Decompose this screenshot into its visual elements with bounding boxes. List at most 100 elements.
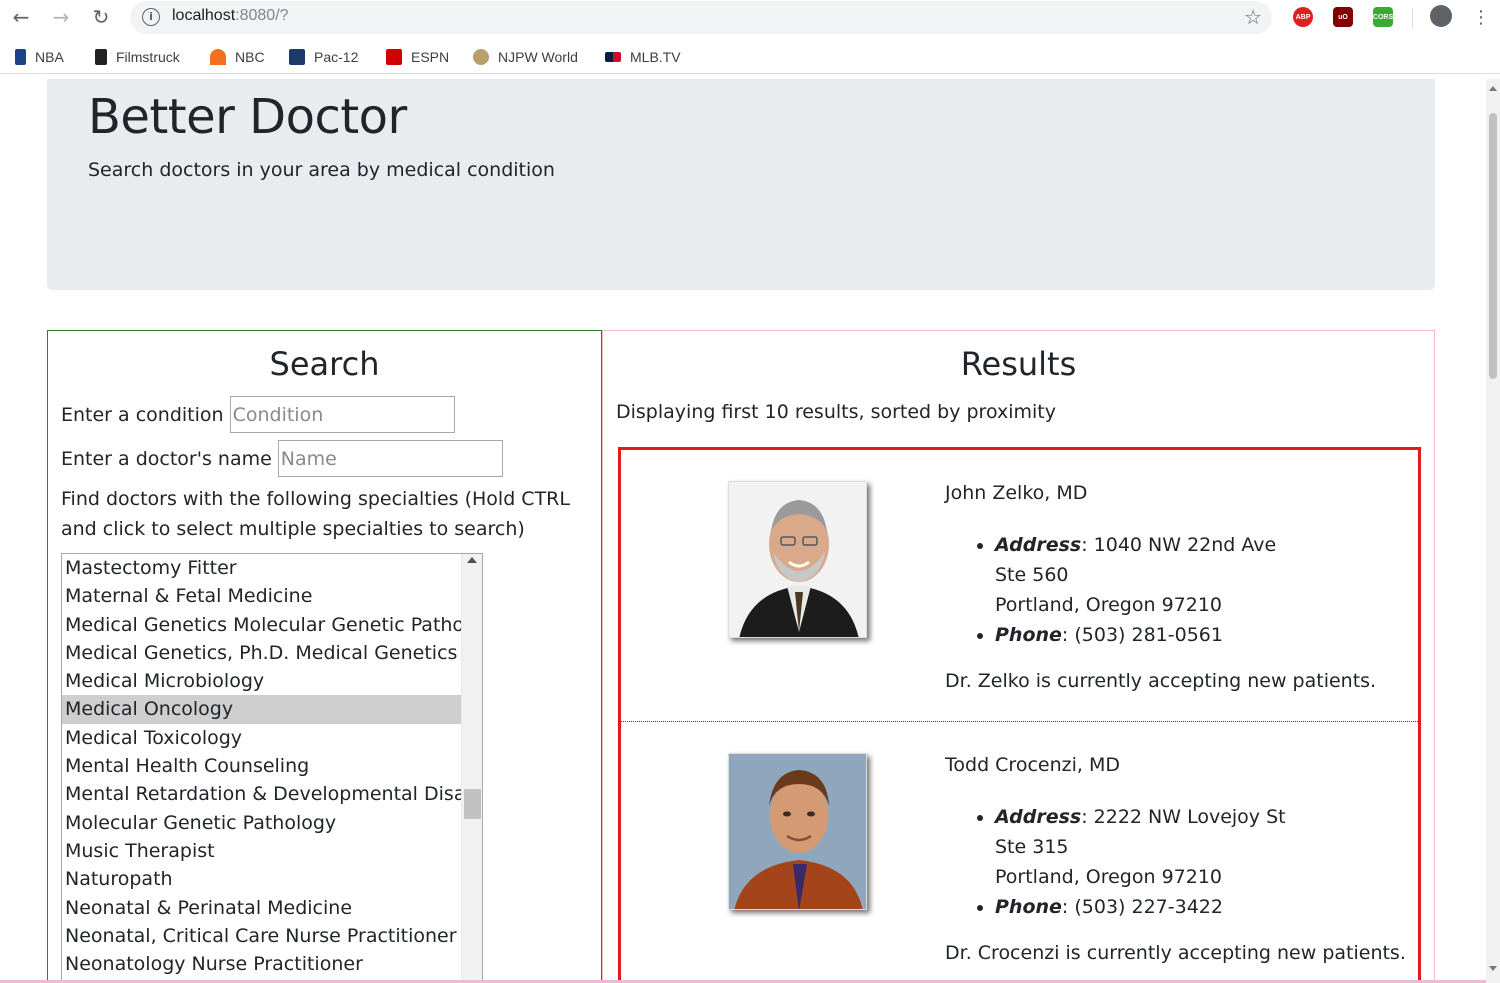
phone-label: Phone — [995, 624, 1062, 646]
bookmark-label: Pac-12 — [314, 49, 359, 65]
back-arrow-icon[interactable]: ← — [8, 4, 34, 30]
specialty-option[interactable]: Medical Microbiology — [62, 667, 461, 695]
specialty-list: Mastectomy Fitter Maternal & Fetal Medici… — [62, 554, 461, 983]
bookmark-nbc[interactable]: NBC — [210, 47, 265, 67]
search-heading: Search — [269, 345, 380, 383]
page-scroll-up-icon[interactable] — [1489, 86, 1497, 91]
accepting-status: Dr. Crocenzi is currently accepting new … — [945, 942, 1406, 964]
bookmark-mlbtv[interactable]: MLB.TV — [605, 47, 681, 67]
page-subtitle: Search doctors in your area by medical c… — [88, 159, 555, 181]
address-label: Address — [995, 806, 1082, 828]
bookmark-label: MLB.TV — [630, 49, 681, 65]
condition-row: Enter a condition — [61, 396, 455, 433]
ublock-extension-icon[interactable]: uO — [1333, 7, 1353, 27]
page-content: Better Doctor Search doctors in your are… — [0, 79, 1500, 983]
nbc-peacock-icon — [210, 49, 226, 65]
filmstruck-logo-icon — [95, 49, 107, 65]
specialty-option[interactable]: Neonatal & Perinatal Medicine — [62, 894, 461, 922]
specialty-multiselect[interactable]: Mastectomy Fitter Maternal & Fetal Medici… — [61, 553, 483, 983]
condition-input[interactable] — [229, 396, 455, 433]
doctor-name: John Zelko, MD — [945, 482, 1088, 504]
mlb-logo-icon — [605, 52, 621, 62]
pac12-logo-icon — [289, 49, 305, 65]
page-title: Better Doctor — [88, 89, 407, 145]
specialty-option[interactable]: Neonatology Nurse Practitioner — [62, 950, 461, 978]
browser-toolbar: ← → ↻ i localhost:8080/? ☆ ABP uO CORS ⋮ — [0, 0, 1500, 36]
bookmark-njpw-world[interactable]: NJPW World — [473, 47, 578, 67]
cors-extension-icon[interactable]: CORS — [1373, 7, 1393, 27]
bookmark-filmstruck[interactable]: Filmstruck — [95, 47, 180, 67]
bookmark-label: ESPN — [411, 49, 450, 65]
adblock-extension-icon[interactable]: ABP — [1293, 7, 1313, 27]
results-heading: Results — [960, 345, 1077, 383]
address-line: Ste 560 — [995, 564, 1069, 586]
specialty-option[interactable]: Medical Genetics Molecular Genetic Patho… — [62, 611, 461, 639]
doctor-details: Address: 1040 NW 22nd AveSte 560Portland… — [995, 530, 1276, 650]
specialty-hint: Find doctors with the following specialt… — [61, 488, 570, 540]
results-panel: Results Displaying first 10 results, sor… — [602, 330, 1435, 983]
menu-kebab-icon[interactable]: ⋮ — [1468, 4, 1494, 30]
specialty-option[interactable]: Medical Oncology — [62, 695, 461, 724]
bookmark-pac12[interactable]: Pac-12 — [289, 47, 358, 67]
forward-arrow-icon[interactable]: → — [48, 4, 74, 30]
doctor-name-input[interactable] — [277, 440, 503, 477]
results-summary: Displaying first 10 results, sorted by p… — [616, 401, 1056, 423]
specialty-option[interactable]: Naturopath — [62, 865, 461, 893]
doctor-portrait-image — [729, 482, 866, 637]
bookmark-label: NBA — [35, 49, 64, 65]
doctor-card: Todd Crocenzi, MD Address: 2222 NW Lovej… — [621, 722, 1418, 983]
url-text: localhost:8080/? — [172, 7, 289, 24]
address-line: Portland, Oregon 97210 — [995, 866, 1223, 888]
specialty-option[interactable]: Medical Toxicology — [62, 724, 461, 752]
condition-label: Enter a condition — [61, 403, 224, 426]
reload-icon[interactable]: ↻ — [88, 4, 114, 30]
specialty-option[interactable]: Mental Retardation & Developmental Disab… — [62, 780, 461, 808]
specialty-option[interactable]: Mental Health Counseling — [62, 752, 461, 780]
results-list: John Zelko, MD Address: 1040 NW 22nd Ave… — [618, 447, 1421, 983]
header-jumbotron: Better Doctor Search doctors in your are… — [47, 79, 1435, 290]
address-line: Portland, Oregon 97210 — [995, 594, 1223, 616]
specialty-option[interactable]: Maternal & Fetal Medicine — [62, 582, 461, 610]
bookmark-nba[interactable]: NBA — [15, 47, 64, 67]
toolbar-divider — [1412, 8, 1413, 28]
page-scroll-down-icon[interactable] — [1489, 966, 1497, 971]
specialty-option[interactable]: Music Therapist — [62, 837, 461, 865]
phone-label: Phone — [995, 896, 1062, 918]
specialty-option[interactable]: Neonatal, Critical Care Nurse Practition… — [62, 922, 461, 950]
address-bar[interactable]: i localhost:8080/? ☆ — [130, 1, 1272, 34]
page-scrollbar[interactable] — [1486, 79, 1500, 983]
address-line: 2222 NW Lovejoy St — [1093, 806, 1286, 828]
espn-logo-icon — [386, 49, 402, 65]
specialty-scroll-thumb[interactable] — [464, 789, 481, 819]
profile-avatar-icon[interactable] — [1430, 5, 1452, 27]
bookmark-label: Filmstruck — [116, 49, 180, 65]
doctor-name-label: Enter a doctor's name — [61, 447, 272, 470]
doctor-phone: Phone: (503) 227-3422 — [995, 892, 1286, 922]
doctor-phone: Phone: (503) 281-0561 — [995, 620, 1276, 650]
doctor-name: Todd Crocenzi, MD — [945, 754, 1120, 776]
bookmarks-bar: NBA Filmstruck NBC Pac-12 ESPN NJPW Worl… — [0, 40, 1500, 74]
doctor-name-row: Enter a doctor's name — [61, 440, 503, 477]
search-panel: Search Enter a condition Enter a doctor'… — [47, 330, 602, 983]
specialty-option[interactable]: Mastectomy Fitter — [62, 554, 461, 582]
doctor-card: John Zelko, MD Address: 1040 NW 22nd Ave… — [621, 450, 1418, 722]
address-label: Address — [995, 534, 1082, 556]
doctor-photo — [728, 481, 867, 638]
info-icon[interactable]: i — [142, 8, 160, 26]
doctor-details: Address: 2222 NW Lovejoy StSte 315Portla… — [995, 802, 1286, 922]
nba-logo-icon — [15, 49, 26, 65]
bookmark-label: NBC — [235, 49, 265, 65]
specialty-option[interactable]: Molecular Genetic Pathology — [62, 809, 461, 837]
phone-number: (503) 281-0561 — [1074, 624, 1223, 646]
bookmark-espn[interactable]: ESPN — [386, 47, 449, 67]
scroll-up-arrow-icon[interactable] — [467, 557, 477, 563]
specialty-scrollbar[interactable] — [461, 554, 482, 983]
doctor-address: Address: 2222 NW Lovejoy StSte 315Portla… — [995, 802, 1286, 892]
address-line: 1040 NW 22nd Ave — [1093, 534, 1277, 556]
bookmark-label: NJPW World — [498, 49, 578, 65]
specialty-option[interactable]: Medical Genetics, Ph.D. Medical Genetics — [62, 639, 461, 667]
page-scroll-thumb[interactable] — [1489, 113, 1497, 379]
bookmark-star-icon[interactable]: ☆ — [1244, 5, 1262, 29]
accepting-status: Dr. Zelko is currently accepting new pat… — [945, 670, 1377, 692]
doctor-photo — [728, 753, 867, 910]
